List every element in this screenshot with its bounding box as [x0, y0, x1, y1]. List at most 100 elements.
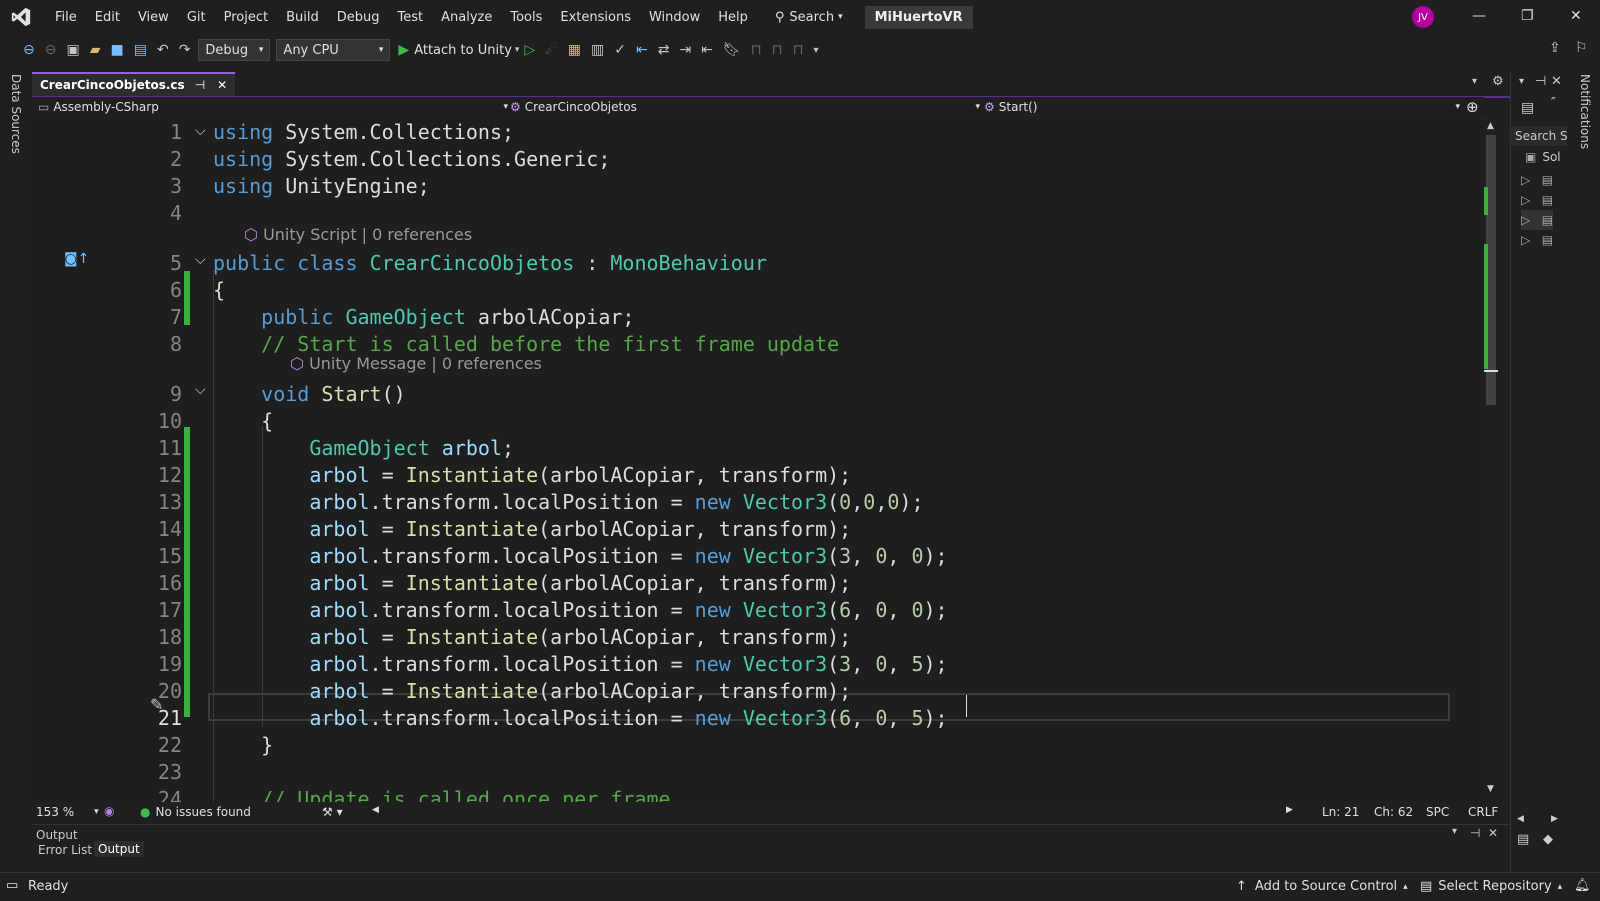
chevron-down-icon[interactable]: ▾ — [1472, 76, 1477, 87]
code-line[interactable]: 12 arbol = Instantiate(arbolACopiar, tra… — [32, 462, 1482, 489]
code-line[interactable]: 16 arbol = Instantiate(arbolACopiar, tra… — [32, 570, 1482, 597]
tree-project-node[interactable]: ▷ ▤ — [1521, 190, 1553, 210]
menu-debug[interactable]: Debug — [328, 10, 389, 25]
line-ending-indicator[interactable]: CRLF — [1468, 805, 1498, 819]
avatar[interactable]: JV — [1412, 6, 1434, 28]
scroll-right-icon[interactable]: ▶ — [1551, 814, 1558, 824]
code-editor[interactable]: 1 using System.Collections; 2 using System.… — [32, 119, 1482, 802]
tab-crearcincoobjetos[interactable]: CrearCincoObjetos.cs ⊣ ✕ — [32, 72, 236, 96]
code-line[interactable]: 24 // Update is called once per frame — [32, 786, 1482, 802]
pin-icon[interactable]: ⊣ — [195, 78, 205, 92]
scroll-left-icon[interactable]: ◀ — [1517, 814, 1524, 824]
menu-view[interactable]: View — [129, 10, 178, 25]
code-line[interactable]: 18 arbol = Instantiate(arbolACopiar, tra… — [32, 624, 1482, 651]
diff-icon[interactable]: ⇄ — [658, 42, 670, 58]
char-indicator[interactable]: Ch: 62 — [1374, 805, 1413, 819]
visual-studio-logo-icon[interactable] — [10, 6, 32, 28]
menu-edit[interactable]: Edit — [86, 10, 129, 25]
code-line[interactable]: 3 using UnityEngine; — [32, 173, 1482, 200]
platform-select[interactable]: Any CPU ▾ — [276, 39, 391, 61]
menu-git[interactable]: Git — [178, 10, 215, 25]
redo-icon[interactable]: ↷ — [179, 42, 191, 58]
gear-icon[interactable]: ⚙ — [1492, 74, 1504, 89]
toolbar-overflow-icon[interactable]: ▾ — [814, 45, 819, 56]
bookmark-clear-icon[interactable]: ⊓ — [793, 42, 804, 58]
minimize-icon[interactable]: — — [1472, 8, 1486, 24]
open-folder-icon[interactable]: ▰ — [90, 42, 101, 58]
code-line[interactable]: 11 GameObject arbol; — [32, 435, 1482, 462]
code-line[interactable]: 9 void Start() — [32, 381, 1482, 408]
feedback-icon[interactable]: ⚐ — [1575, 40, 1588, 56]
menu-tools[interactable]: Tools — [501, 10, 551, 25]
spacing-indicator[interactable]: SPC — [1426, 805, 1449, 819]
project-dropdown[interactable]: ▭ Assembly-CSharp ▾ — [38, 100, 508, 114]
quick-actions-icon[interactable]: ✎ — [150, 695, 163, 714]
new-project-icon[interactable]: ▣ — [66, 42, 79, 58]
solution-explorer-toolbar-icon[interactable]: ▤ — [1521, 100, 1534, 116]
play-icon[interactable]: ▶ — [398, 42, 409, 58]
close-icon[interactable]: ✕ — [1551, 74, 1562, 89]
split-editor-icon[interactable]: ⊕ — [1466, 98, 1479, 116]
class-dropdown[interactable]: ⚙ CrearCincoObjetos ▾ — [510, 100, 980, 114]
scroll-up-icon[interactable]: ▲ — [1487, 121, 1494, 131]
expand-icon[interactable]: ▷ — [1521, 193, 1530, 207]
tree-solution-node[interactable]: ▣ Sol — [1525, 150, 1561, 164]
pin-icon[interactable]: ⊣ — [1470, 826, 1480, 840]
code-line[interactable]: 14 arbol = Instantiate(arbolACopiar, tra… — [32, 516, 1482, 543]
unity-script-gutter-icon[interactable]: ◙↑ — [64, 251, 89, 267]
outdent-icon[interactable]: ⇥ — [679, 42, 691, 58]
code-line[interactable]: 21 arbol.transform.localPosition = new V… — [32, 705, 1482, 732]
code-cleanup-icon[interactable]: ⚒ ▾ — [322, 805, 343, 819]
attach-to-unity-button[interactable]: Attach to Unity — [414, 43, 512, 58]
close-icon[interactable]: ✕ — [1488, 826, 1498, 840]
layout-icon[interactable]: ▥ — [591, 42, 604, 58]
data-sources-tab[interactable]: Data Sources — [9, 74, 23, 154]
expand-icon[interactable]: ▷ — [1521, 233, 1530, 247]
undo-icon[interactable]: ↶ — [157, 42, 169, 58]
tree-project-node[interactable]: ▷ ▤ — [1521, 170, 1553, 190]
code-line[interactable]: 1 using System.Collections; — [32, 119, 1482, 146]
code-line[interactable]: 23 — [32, 759, 1482, 786]
share-icon[interactable]: ⇪ — [1549, 40, 1561, 56]
code-line[interactable]: 19 arbol.transform.localPosition = new V… — [32, 651, 1482, 678]
select-repository-button[interactable]: ▤ Select Repository ▴ — [1420, 879, 1562, 894]
issues-indicator[interactable]: ● No issues found — [140, 805, 251, 819]
menu-project[interactable]: Project — [215, 10, 277, 25]
close-icon[interactable]: ✕ — [1570, 8, 1582, 24]
fold-chevron-icon[interactable]: ⌵ — [195, 123, 206, 139]
menu-test[interactable]: Test — [389, 10, 433, 25]
solution-search-input[interactable]: Search S — [1511, 126, 1567, 146]
hot-reload-icon[interactable]: ☄ — [545, 42, 558, 58]
copilot-icon[interactable]: ◉ — [104, 804, 114, 818]
expand-icon[interactable]: ▷ — [1521, 173, 1530, 187]
tree-project-node[interactable]: ▷ ▤ — [1521, 230, 1553, 250]
overflow-icon[interactable]: ″ — [1551, 96, 1556, 111]
menu-extensions[interactable]: Extensions — [551, 10, 640, 25]
tab-error-list[interactable]: Error List — [38, 843, 92, 857]
menu-file[interactable]: File — [46, 10, 86, 25]
scroll-left-icon[interactable]: ◀ — [372, 805, 379, 815]
restore-icon[interactable]: ❐ — [1521, 8, 1534, 24]
add-to-source-control-button[interactable]: ↑ Add to Source Control ▴ — [1236, 879, 1408, 894]
indent-icon[interactable]: ⇤ — [701, 42, 713, 58]
solution-explorer-tab-icon[interactable]: ▤ — [1517, 832, 1529, 847]
solution-name-badge[interactable]: MiHuertoVR — [864, 5, 973, 29]
bookmark-icon[interactable]: 🔖︎ — [723, 42, 741, 58]
start-without-debugging-icon[interactable]: ▷ — [524, 42, 535, 58]
forward-icon[interactable]: ⊖ — [45, 42, 57, 58]
code-line[interactable]: 6{ — [32, 277, 1482, 304]
expand-icon[interactable]: ▷ — [1521, 213, 1530, 227]
line-indicator[interactable]: Ln: 21 — [1322, 805, 1359, 819]
code-line[interactable]: 15 arbol.transform.localPosition = new V… — [32, 543, 1482, 570]
save-icon[interactable]: ■ — [110, 42, 123, 58]
code-line[interactable]: 10 { — [32, 408, 1482, 435]
step-icon[interactable]: ⇤ — [636, 42, 648, 58]
code-line[interactable]: 20 arbol = Instantiate(arbolACopiar, tra… — [32, 678, 1482, 705]
menu-help[interactable]: Help — [709, 10, 757, 25]
code-line[interactable]: 22 } — [32, 732, 1482, 759]
zoom-select[interactable]: 153 % ▾ — [36, 805, 99, 819]
bookmark-next-icon[interactable]: ⊓ — [772, 42, 783, 58]
notifications-bell-icon[interactable]: 🔔︎ — [1574, 878, 1591, 893]
menu-build[interactable]: Build — [277, 10, 328, 25]
menu-analyze[interactable]: Analyze — [432, 10, 501, 25]
